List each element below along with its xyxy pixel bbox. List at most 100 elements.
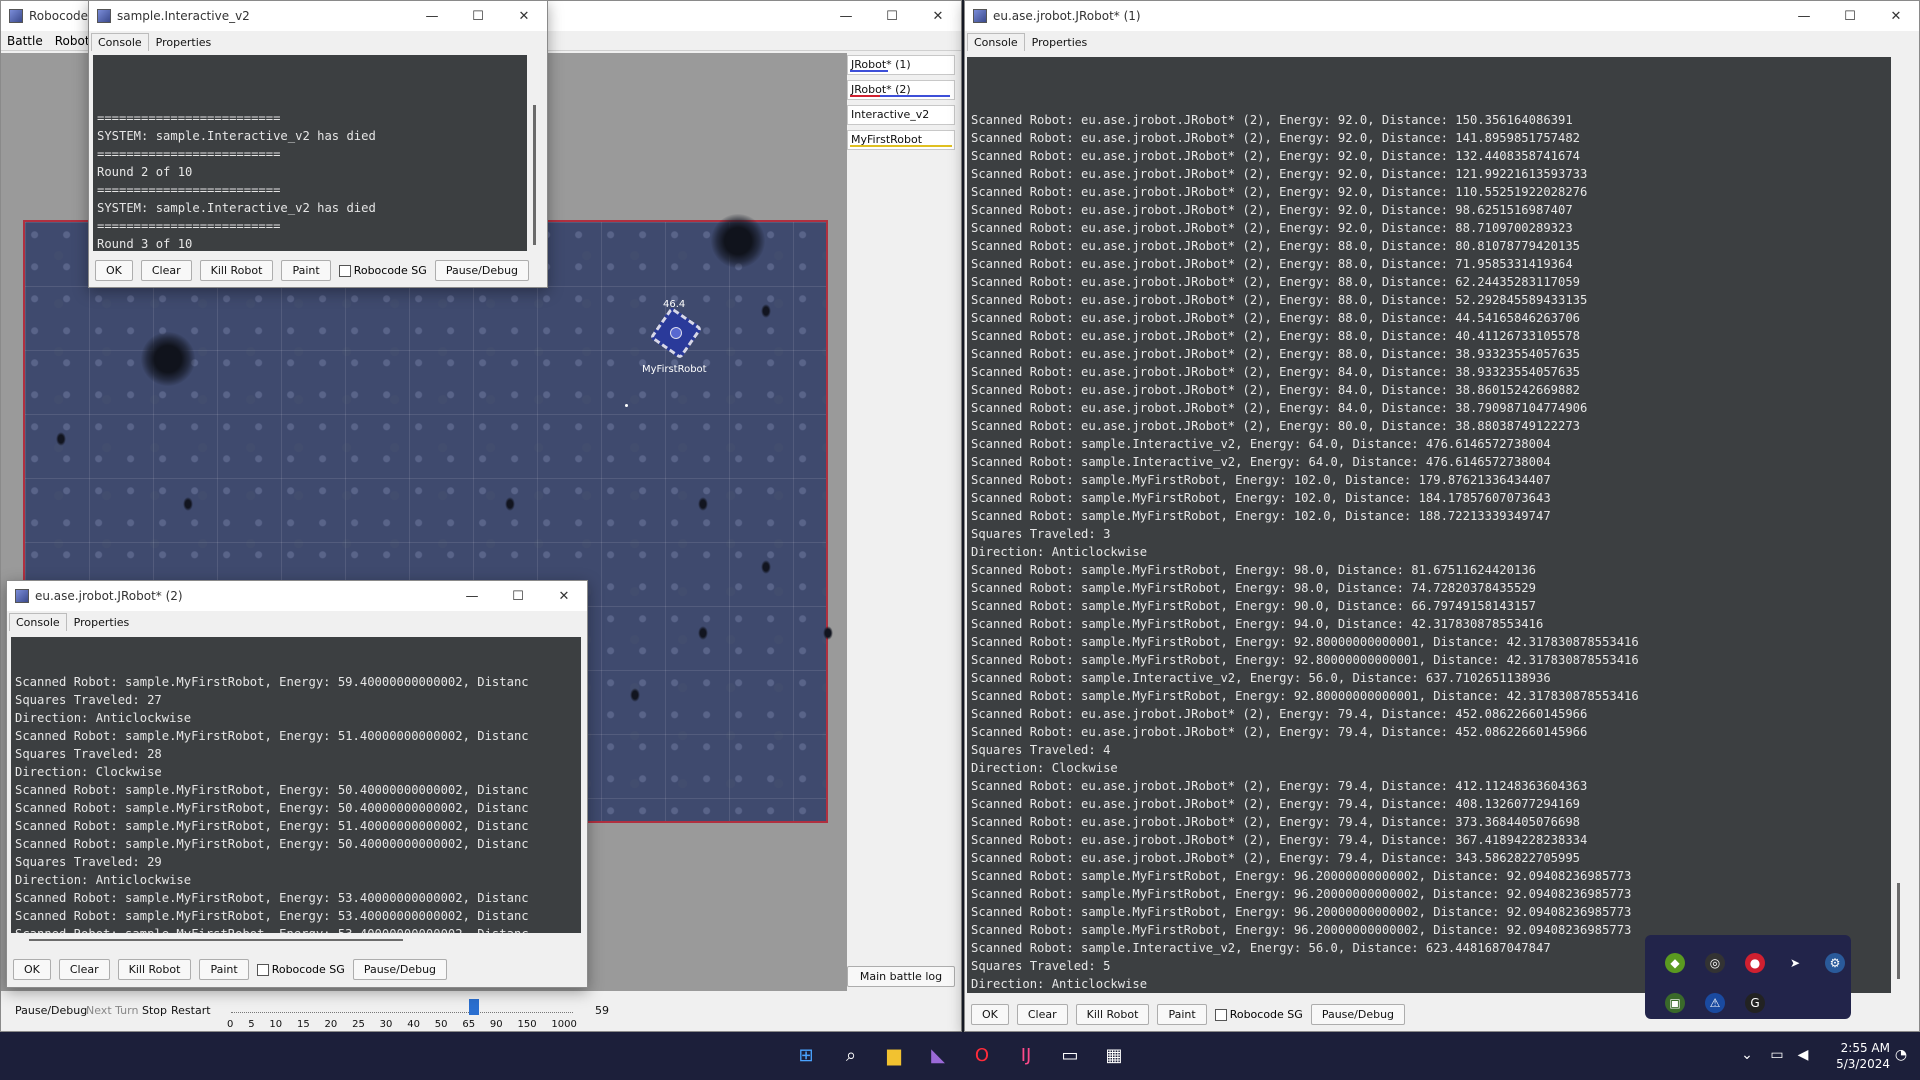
windows-start-icon[interactable]: ⊞: [793, 1042, 819, 1068]
interactive-titlebar[interactable]: sample.Interactive_v2 — ☐ ✕: [89, 1, 547, 31]
nvidia-icon[interactable]: ◆: [1665, 953, 1685, 973]
red-app-icon[interactable]: ●: [1745, 953, 1765, 973]
opera-icon[interactable]: O: [969, 1042, 995, 1068]
search-icon[interactable]: ⌕: [838, 1042, 864, 1068]
slider-tick-labels: 0 5 10 15 20 25 30 40 50 65 90 150 1000: [227, 1019, 577, 1030]
tab-console[interactable]: Console: [91, 33, 149, 51]
jrobot1-titlebar[interactable]: eu.ase.jrobot.JRobot* (1) — ☐ ✕: [965, 1, 1919, 31]
vertical-scrollbar[interactable]: [527, 55, 543, 251]
console-line: Scanned Robot: eu.ase.jrobot.JRobot* (2)…: [971, 131, 1581, 145]
maximize-button[interactable]: ☐: [869, 1, 915, 31]
robocode-icon[interactable]: ▦: [1101, 1042, 1127, 1068]
bullet-mark: [698, 497, 708, 511]
taskbar-clock[interactable]: 2:55 AM 5/3/2024: [1820, 1040, 1890, 1072]
bullet-mark: [505, 497, 515, 511]
java-app-icon: [97, 9, 111, 23]
console-line: Scanned Robot: eu.ase.jrobot.JRobot* (2)…: [971, 725, 1588, 739]
paint-button[interactable]: Paint: [199, 959, 249, 980]
horizontal-scrollbar[interactable]: [11, 933, 581, 947]
chevron-up-icon[interactable]: ⌄: [1734, 1042, 1760, 1068]
robot-button-myfirstrobot[interactable]: MyFirstRobot: [847, 130, 955, 150]
visual-studio-icon[interactable]: ◣: [925, 1042, 951, 1068]
close-button[interactable]: ✕: [1873, 1, 1919, 31]
robocode-sg-checkbox[interactable]: Robocode SG: [256, 963, 345, 976]
paint-button[interactable]: Paint: [1157, 1004, 1207, 1025]
console-line: Squares Traveled: 27: [15, 693, 162, 707]
robocode-sg-checkbox[interactable]: Robocode SG: [338, 264, 427, 277]
terminal-tray-icon[interactable]: ▣: [1665, 993, 1685, 1013]
maximize-button[interactable]: ☐: [1827, 1, 1873, 31]
scrollbar-thumb[interactable]: [29, 939, 403, 941]
kill-robot-button[interactable]: Kill Robot: [117, 959, 192, 980]
console-line: Squares Traveled: 29: [15, 855, 162, 869]
jrobot2-console-output[interactable]: Scanned Robot: sample.MyFirstRobot, Ener…: [11, 637, 581, 933]
maximize-button[interactable]: ☐: [495, 581, 541, 611]
paint-button[interactable]: Paint: [281, 260, 331, 281]
slider-tick-label: 65: [462, 1019, 476, 1030]
console-line: Scanned Robot: sample.MyFirstRobot, Ener…: [971, 491, 1551, 505]
console-line: Scanned Robot: sample.MyFirstRobot, Ener…: [971, 689, 1639, 703]
minimize-button[interactable]: —: [449, 581, 495, 611]
clear-button[interactable]: Clear: [1016, 1004, 1068, 1025]
app-tray-icon[interactable]: G: [1745, 993, 1765, 1013]
minimize-button[interactable]: —: [409, 1, 455, 31]
robot-button-jrobot1[interactable]: JRobot* (1): [847, 55, 955, 75]
scrollbar-thumb[interactable]: [533, 105, 536, 245]
ok-button[interactable]: OK: [971, 1004, 1009, 1025]
file-explorer-icon[interactable]: ▆: [881, 1042, 907, 1068]
minimize-button[interactable]: —: [823, 1, 869, 31]
interactive-console-output[interactable]: ========================= SYSTEM: sample.…: [93, 55, 543, 251]
next-turn-button[interactable]: Next Turn: [86, 1004, 138, 1017]
clear-button[interactable]: Clear: [140, 260, 192, 281]
robot-button-interactive[interactable]: Interactive_v2: [847, 105, 955, 125]
checkbox-box[interactable]: [338, 264, 351, 277]
pause-debug-button[interactable]: Pause/Debug: [434, 260, 530, 281]
robocode-app-icon: [9, 9, 23, 23]
robocode-sg-checkbox[interactable]: Robocode SG: [1214, 1008, 1303, 1021]
app-tray-icon[interactable]: ◎: [1705, 953, 1725, 973]
close-button[interactable]: ✕: [541, 581, 587, 611]
security-warning-icon[interactable]: ⚠: [1705, 993, 1725, 1013]
kill-robot-button[interactable]: Kill Robot: [1075, 1004, 1150, 1025]
stop-button[interactable]: Stop: [142, 1004, 167, 1017]
tab-properties[interactable]: Properties: [148, 33, 219, 51]
tab-console[interactable]: Console: [9, 613, 67, 631]
tank-robot-icon[interactable]: [649, 306, 703, 360]
ok-button[interactable]: OK: [13, 959, 51, 980]
minimize-button[interactable]: —: [1781, 1, 1827, 31]
vertical-scrollbar[interactable]: [1891, 57, 1907, 993]
cursor-app-icon[interactable]: ➤: [1785, 953, 1805, 973]
tps-slider[interactable]: 0 5 10 15 20 25 30 40 50 65 90 150 1000: [227, 997, 577, 1031]
volume-icon[interactable]: ◀: [1790, 1042, 1816, 1068]
robot-button-jrobot2[interactable]: JRobot* (2): [847, 80, 955, 100]
intellij-icon[interactable]: IJ: [1013, 1042, 1039, 1068]
clear-button[interactable]: Clear: [58, 959, 110, 980]
scrollbar-thumb[interactable]: [1897, 883, 1900, 979]
console-line: Scanned Robot: eu.ase.jrobot.JRobot* (2)…: [971, 347, 1581, 361]
network-icon[interactable]: ▭: [1764, 1042, 1790, 1068]
console-line: Scanned Robot: sample.MyFirstRobot, Ener…: [15, 837, 529, 851]
pause-debug-button[interactable]: Pause/Debug: [15, 1004, 87, 1017]
maximize-button[interactable]: ☐: [455, 1, 501, 31]
kill-robot-button[interactable]: Kill Robot: [199, 260, 274, 281]
notification-bell-icon[interactable]: ◔: [1888, 1042, 1914, 1068]
close-button[interactable]: ✕: [915, 1, 961, 31]
tab-console[interactable]: Console: [967, 33, 1025, 51]
checkbox-box[interactable]: [256, 963, 269, 976]
terminal-icon[interactable]: ▭: [1057, 1042, 1083, 1068]
restart-button[interactable]: Restart: [171, 1004, 211, 1017]
steam-icon[interactable]: ⚙: [1825, 953, 1845, 973]
ok-button[interactable]: OK: [95, 260, 133, 281]
jrobot2-titlebar[interactable]: eu.ase.jrobot.JRobot* (2) — ☐ ✕: [7, 581, 587, 611]
tab-properties[interactable]: Properties: [66, 613, 137, 631]
main-battle-log-button[interactable]: Main battle log: [847, 966, 955, 987]
jrobot1-console-output[interactable]: Scanned Robot: eu.ase.jrobot.JRobot* (2)…: [967, 57, 1907, 993]
close-button[interactable]: ✕: [501, 1, 547, 31]
checkbox-box[interactable]: [1214, 1008, 1227, 1021]
pause-debug-button[interactable]: Pause/Debug: [1310, 1004, 1406, 1025]
slider-thumb[interactable]: [469, 999, 479, 1015]
pause-debug-button[interactable]: Pause/Debug: [352, 959, 448, 980]
menu-battle[interactable]: Battle: [1, 34, 49, 48]
slider-tick-label: 150: [517, 1019, 537, 1030]
tab-properties[interactable]: Properties: [1024, 33, 1095, 51]
